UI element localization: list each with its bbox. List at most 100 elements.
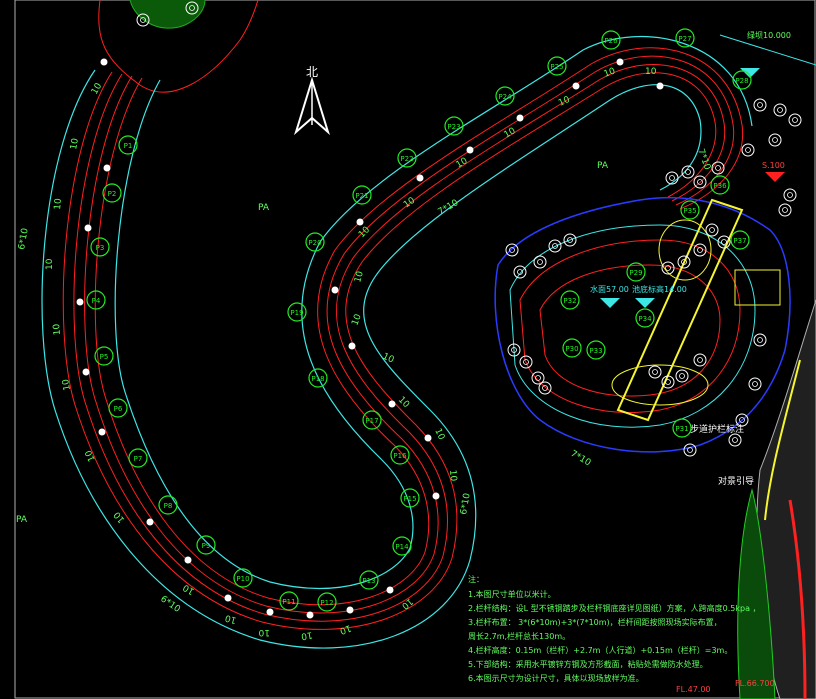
marker-label: P8	[164, 502, 173, 510]
marker-callout: P31	[672, 418, 692, 438]
rail-post	[388, 400, 396, 408]
area-label: PA	[597, 161, 609, 171]
tree-symbol-core	[752, 381, 758, 387]
notes-title: 注：	[468, 574, 484, 584]
rail-post	[184, 556, 192, 564]
marker-callout: P18	[308, 368, 328, 388]
marker-label: P33	[589, 347, 602, 355]
marker-callout: P26	[601, 30, 621, 50]
tree-symbol	[693, 353, 707, 367]
marker-callout: P11	[279, 591, 299, 611]
marker-label: P26	[604, 37, 618, 45]
marker-callout: P33	[586, 340, 606, 360]
marker-callout: P6	[108, 398, 128, 418]
rail-post	[416, 174, 424, 182]
road-label-b: 对景引导	[718, 475, 754, 487]
tree-symbol	[538, 381, 552, 395]
elevation-center-b-text: 池底标高14.00	[632, 284, 687, 294]
marker-callout: P37	[730, 230, 750, 250]
tree-symbol-core	[792, 117, 798, 123]
tree-symbol-core	[715, 165, 721, 171]
marker-label: P32	[563, 297, 576, 305]
segment-label: 10	[350, 313, 363, 327]
track-label-inner: 7*10	[695, 148, 712, 172]
rail-post	[348, 342, 356, 350]
marker-label: P4	[92, 297, 101, 305]
marker-label: P17	[365, 417, 378, 425]
marker-callout: P32	[560, 290, 580, 310]
rail-post	[331, 286, 339, 294]
segment-label: 10	[338, 622, 352, 635]
notes-line: 3.栏杆布置： 3*(6*10m)+3*(7*10m)，栏杆间距按照现场实际布置…	[468, 617, 722, 627]
tree-symbol	[665, 171, 679, 185]
marker-label: P7	[134, 455, 143, 463]
marker-label: P1	[124, 142, 133, 150]
cad-drawing-canvas[interactable]: 北 PA PA PA 绿坝10.000 S.100 水面57.00 池底标高14…	[0, 0, 816, 699]
marker-callout: P10	[233, 568, 253, 588]
fl-label-b: FL.66.700	[735, 679, 775, 688]
tree-symbol-core	[685, 169, 691, 175]
marker-label: P31	[675, 425, 688, 433]
tree-symbol-core	[777, 107, 783, 113]
rail-post	[82, 368, 90, 376]
tree-symbol-core	[535, 375, 541, 381]
tree-symbol	[728, 433, 742, 447]
elevation-center-a-text: 水面57.00	[590, 284, 629, 294]
marker-label: P22	[400, 155, 413, 163]
tree-symbol	[648, 365, 662, 379]
area-label: PA	[16, 515, 28, 525]
tree-symbol-core	[669, 175, 675, 181]
site-plan-drawing: 北 PA PA PA 绿坝10.000 S.100 水面57.00 池底标高14…	[14, 0, 816, 699]
segment-label: 10	[61, 378, 73, 391]
track-label-mid: 7*10	[437, 198, 461, 218]
marker-callout: P28	[732, 70, 752, 90]
track-label-right: 6*10	[459, 492, 473, 515]
segment-label: 10	[455, 156, 470, 171]
tree-symbol-core	[697, 357, 703, 363]
tree-symbol-core	[757, 102, 763, 108]
tree-symbol-core	[537, 259, 543, 265]
elevation-marker-center-a	[600, 298, 620, 308]
lake-cyan	[509, 224, 756, 428]
marker-callout: P2	[102, 183, 122, 203]
tree-symbol-core	[732, 437, 738, 443]
segment-label: 10	[84, 448, 98, 463]
marker-callout: P14	[392, 536, 412, 556]
elevation-marker-center-b	[635, 298, 655, 308]
tree-symbol-core	[721, 239, 727, 245]
marker-callout: P9	[196, 535, 216, 555]
marker-label: P3	[96, 244, 105, 252]
rail-post	[466, 146, 474, 154]
segment-label: 10	[432, 427, 446, 442]
tree-symbol-core	[787, 192, 793, 198]
track-rail-4	[94, 47, 744, 606]
marker-callout: P25	[547, 56, 567, 76]
marker-label: P37	[733, 237, 746, 245]
north-label: 北	[306, 65, 318, 79]
marker-label: P29	[629, 269, 642, 277]
tree-symbol-core	[772, 137, 778, 143]
marker-callout: P35	[680, 200, 700, 220]
tree-symbol	[783, 188, 797, 202]
rail-post	[616, 58, 624, 66]
rail-post	[84, 224, 92, 232]
marker-label: P10	[236, 575, 249, 583]
rail-post	[346, 606, 354, 614]
track-group	[41, 36, 753, 649]
track-cyan-outer	[41, 69, 702, 649]
marker-label: P15	[403, 495, 416, 503]
lake-boundary	[494, 196, 791, 453]
tree-symbol-core	[679, 373, 685, 379]
segment-label: 10	[300, 629, 313, 641]
segment-label: 10	[224, 612, 238, 625]
marker-callout: P3	[90, 237, 110, 257]
marker-label: P36	[713, 182, 727, 190]
notes-block: 注： 1.本图尺寸单位以米计。 2.栏杆结构：设L 型不锈钢踏步及栏杆钢底座详见…	[468, 574, 761, 683]
tree-symbol	[773, 103, 787, 117]
marker-callout: P8	[158, 495, 178, 515]
notes-line: 1.本图尺寸单位以米计。	[468, 589, 556, 599]
tree-symbol	[513, 265, 527, 279]
tree-symbol-core	[782, 207, 788, 213]
notes-line: 4.栏杆高度：0.15m（栏杆）+2.7m（人行道）+0.15m（栏杆）=3m。	[468, 645, 732, 655]
tree-symbol	[661, 375, 675, 389]
